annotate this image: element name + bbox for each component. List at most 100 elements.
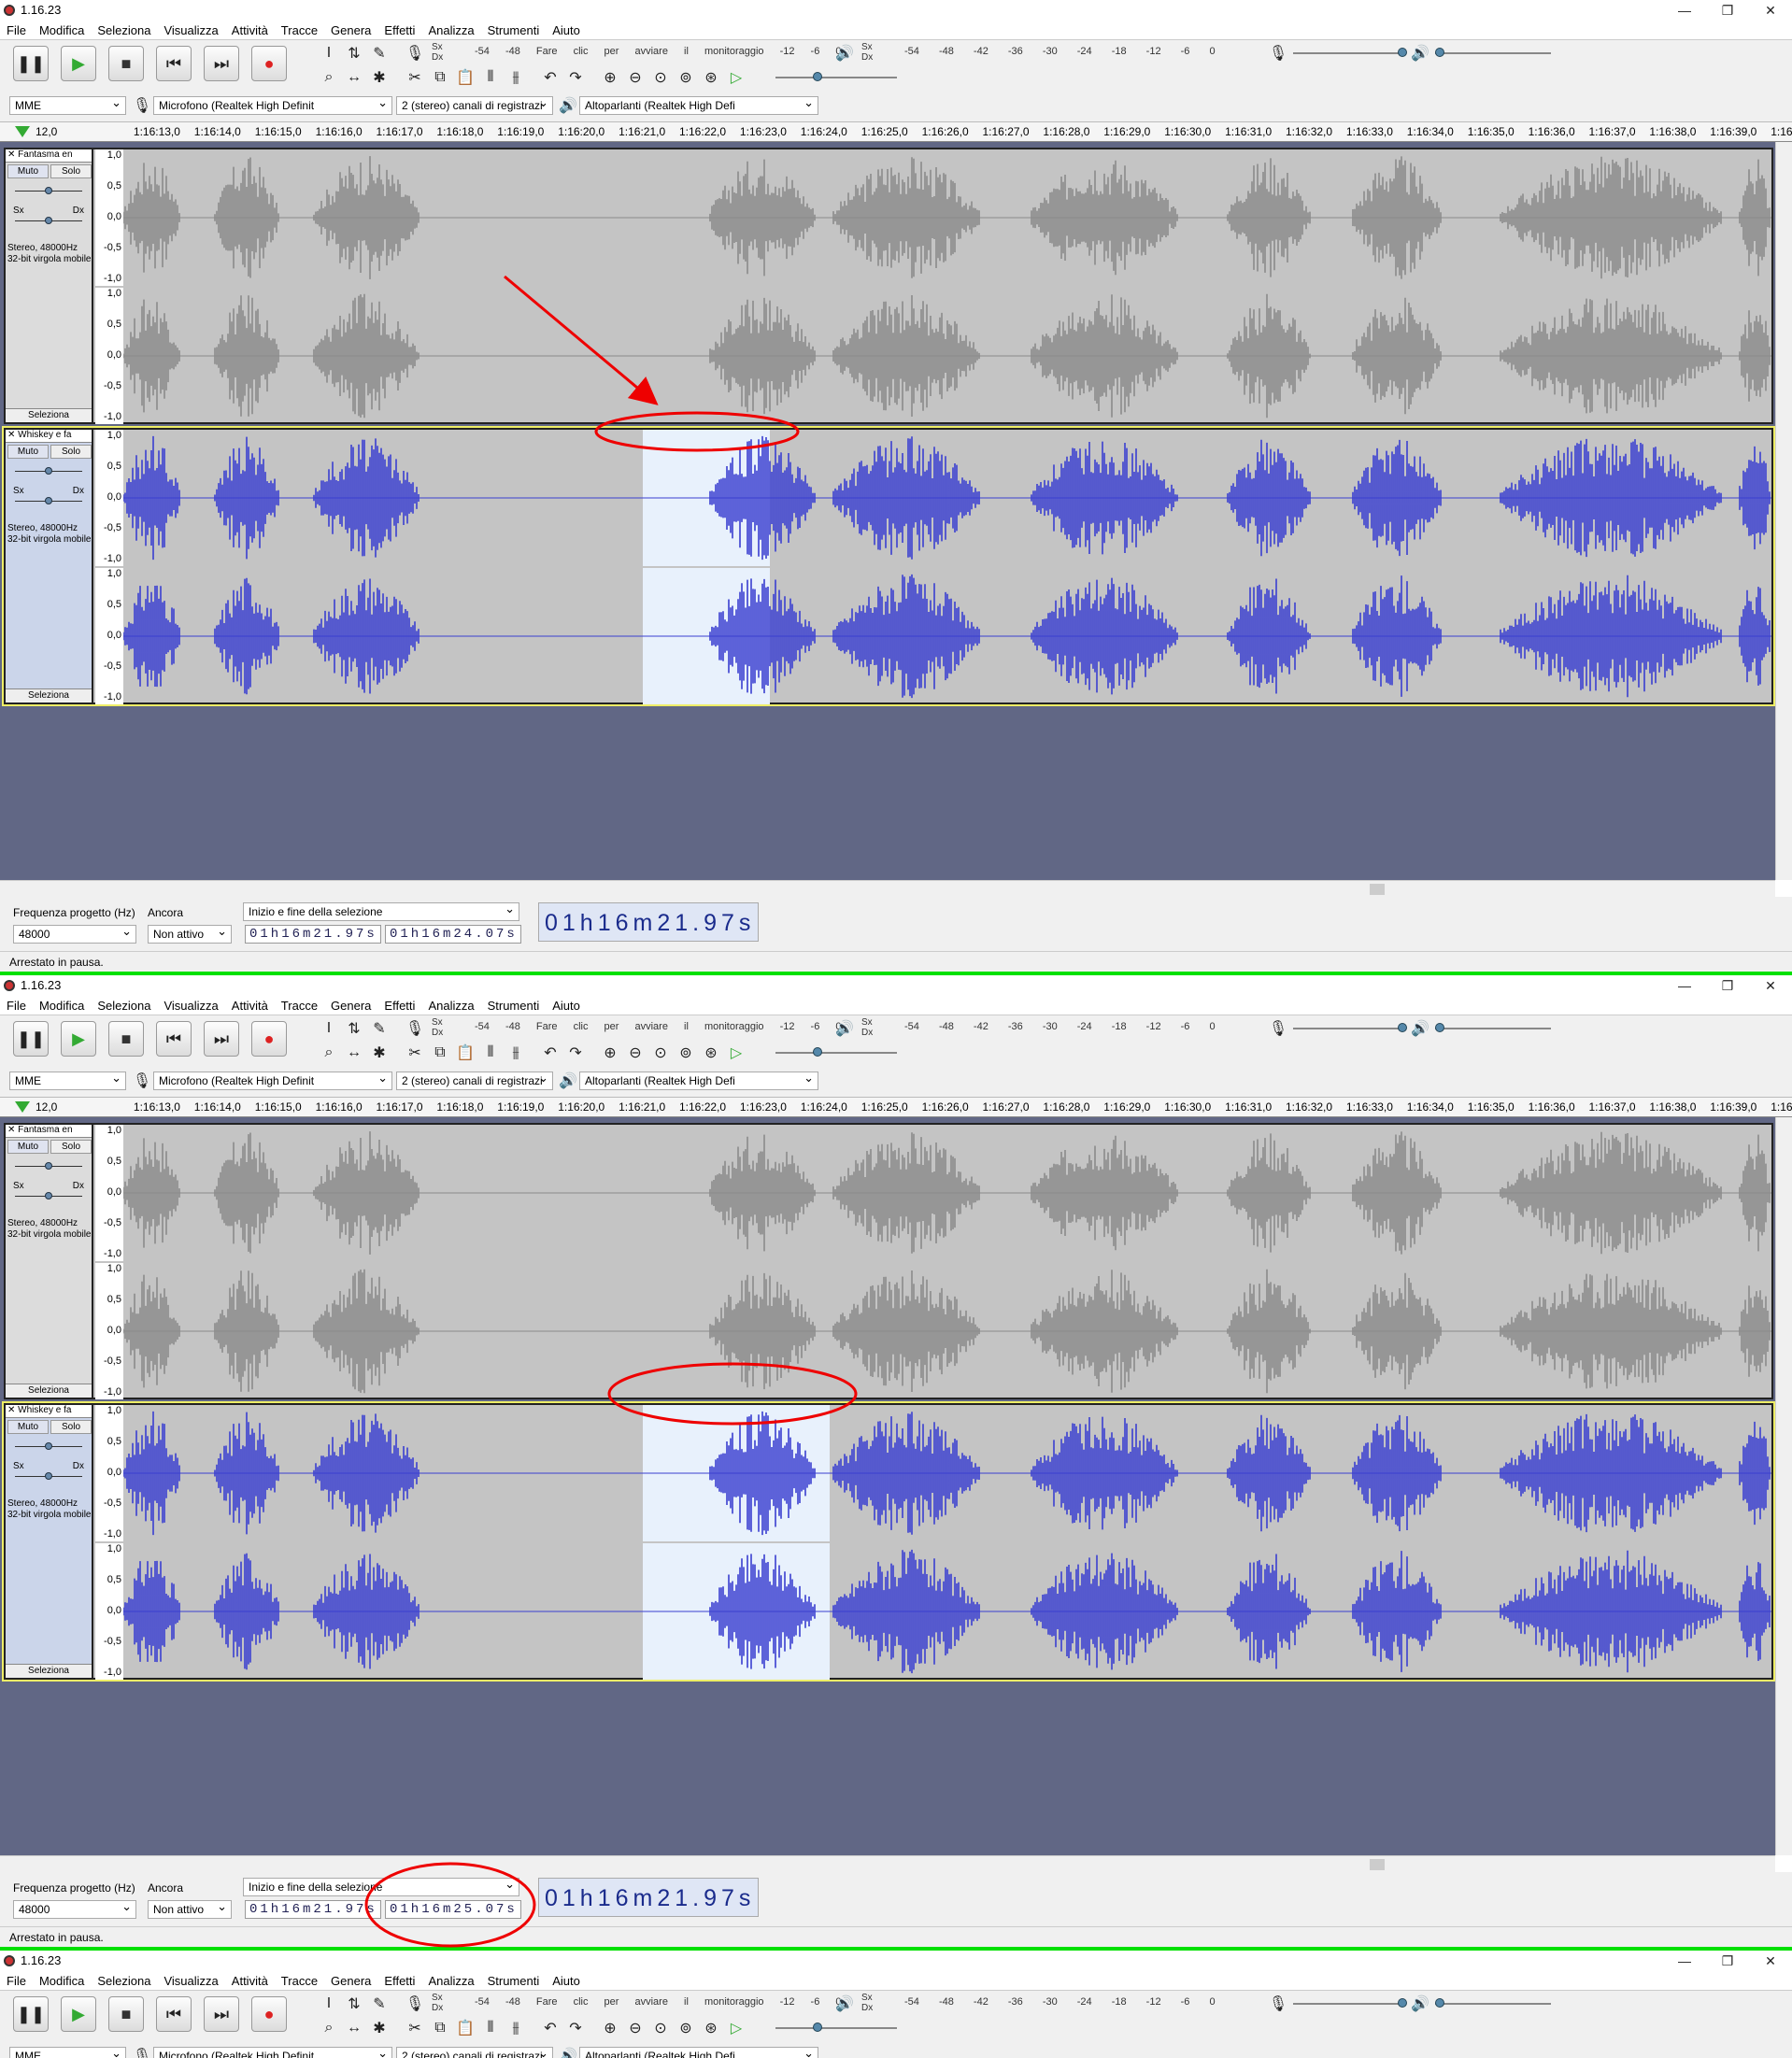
snap-select[interactable]: Non attivo	[148, 1900, 232, 1919]
record-button[interactable]: ●	[251, 1996, 287, 2032]
record-volume-slider[interactable]	[1293, 1994, 1407, 2013]
audio-position-display[interactable]: 01h16m21.97s	[538, 1878, 759, 1917]
speaker-device-select[interactable]: Altoparlanti (Realtek High Defi	[579, 2047, 818, 2058]
select-tool-icon[interactable]: I	[318, 42, 340, 64]
vertical-scrollbar[interactable]	[1775, 1117, 1792, 1855]
track-select-button[interactable]: Seleziona	[6, 688, 92, 703]
slider-knob[interactable]	[813, 72, 822, 81]
slider-knob[interactable]	[813, 2023, 822, 2032]
track-name[interactable]: ✕ Whiskey e fa	[6, 430, 92, 443]
play-at-speed-icon[interactable]: ▷	[725, 1042, 747, 1064]
menu-seleziona[interactable]: Seleziona	[91, 21, 157, 39]
selection-start-time[interactable]: 01h16m21.97s	[245, 1900, 381, 1919]
redo-icon[interactable]: ↷	[564, 1042, 587, 1064]
play-button[interactable]: ▶	[61, 1021, 96, 1057]
mic-device-select[interactable]: Microfono (Realtek High Definit	[153, 96, 392, 115]
maximize-button[interactable]: ❐	[1706, 0, 1749, 21]
speaker-device-select[interactable]: Altoparlanti (Realtek High Defi	[579, 1072, 818, 1090]
slider-knob[interactable]	[1435, 1023, 1444, 1032]
close-button[interactable]: ✕	[1749, 0, 1792, 21]
record-volume-slider[interactable]	[1293, 1019, 1407, 1038]
track-select-button[interactable]: Seleziona	[6, 408, 92, 422]
paste-icon[interactable]: 📋	[454, 1042, 476, 1064]
timeline-ruler[interactable]: 12,0 1:16:13,0 1:16:14,0 1:16:15,0 1:16:16,0…	[0, 1097, 1792, 1117]
cut-icon[interactable]: ✂	[404, 66, 426, 89]
paste-icon[interactable]: 📋	[454, 2017, 476, 2039]
menu-file[interactable]: File	[0, 21, 33, 39]
fit-selection-icon[interactable]: ⊙	[649, 2017, 672, 2039]
menu-attività[interactable]: Attività	[225, 21, 275, 39]
cut-icon[interactable]: ✂	[404, 1042, 426, 1064]
track-name[interactable]: ✕ Whiskey e fa	[6, 1405, 92, 1418]
stop-button[interactable]: ■	[108, 46, 144, 81]
trim-icon[interactable]: ⫴	[479, 1042, 502, 1064]
slider-knob[interactable]	[1435, 1998, 1444, 2008]
menu-tracce[interactable]: Tracce	[275, 1971, 324, 1990]
track-select-button[interactable]: Seleziona	[6, 1664, 92, 1678]
trim-icon[interactable]: ⫴	[479, 66, 502, 89]
trim-icon[interactable]: ⫴	[479, 2017, 502, 2039]
menu-seleziona[interactable]: Seleziona	[91, 996, 157, 1015]
zoom-toggle-icon[interactable]: ⊛	[700, 2017, 722, 2039]
solo-button[interactable]: Solo	[50, 1140, 92, 1154]
menu-modifica[interactable]: Modifica	[33, 21, 91, 39]
redo-icon[interactable]: ↷	[564, 66, 587, 89]
timeline-ruler[interactable]: 12,0 1:16:13,0 1:16:14,0 1:16:15,0 1:16:16,0…	[0, 121, 1792, 142]
audio-host-select[interactable]: MME	[9, 96, 126, 115]
stop-button[interactable]: ■	[108, 1996, 144, 2032]
timeshift-tool-icon[interactable]: ↔	[343, 1042, 365, 1064]
multi-tool-icon[interactable]: ✱	[368, 66, 391, 89]
slider-knob[interactable]	[813, 1047, 822, 1057]
selection-end-time[interactable]: 01h16m25.07s	[385, 1900, 521, 1919]
menu-effetti[interactable]: Effetti	[377, 996, 421, 1015]
select-tool-icon[interactable]: I	[318, 1017, 340, 1040]
waveform-channel[interactable]	[123, 1263, 1771, 1399]
track-close-icon[interactable]: ✕	[7, 149, 18, 160]
menu-tracce[interactable]: Tracce	[275, 996, 324, 1015]
pause-button[interactable]: ❚❚	[13, 1996, 49, 2032]
mute-button[interactable]: Muto	[7, 1420, 49, 1434]
menu-genera[interactable]: Genera	[324, 996, 377, 1015]
close-button[interactable]: ✕	[1749, 975, 1792, 996]
track-name[interactable]: ✕ Fantasma en	[6, 1125, 92, 1138]
pause-button[interactable]: ❚❚	[13, 46, 49, 81]
minimize-button[interactable]: —	[1663, 0, 1706, 21]
skip-end-button[interactable]: ⏭	[204, 46, 239, 81]
track-2[interactable]: ✕ Whiskey e fa Muto Solo Sx Dx Stereo, 48000H…	[4, 1403, 1773, 1680]
draw-tool-icon[interactable]: ✎	[368, 42, 391, 64]
selection-mode-select[interactable]: Inizio e fine della selezione	[243, 1878, 519, 1896]
channels-select[interactable]: 2 (stereo) canali di registrazi	[396, 1072, 553, 1090]
draw-tool-icon[interactable]: ✎	[368, 1017, 391, 1040]
pan-slider[interactable]	[11, 1190, 86, 1203]
slider-knob[interactable]	[45, 1442, 52, 1450]
waveform-channel[interactable]	[123, 568, 1771, 704]
menu-modifica[interactable]: Modifica	[33, 996, 91, 1015]
audio-position-display[interactable]: 01h16m21.97s	[538, 902, 759, 942]
speaker-device-select[interactable]: Altoparlanti (Realtek High Defi	[579, 96, 818, 115]
scroll-thumb[interactable]	[1370, 1859, 1385, 1870]
scroll-thumb[interactable]	[1370, 884, 1385, 895]
track-select-button[interactable]: Seleziona	[6, 1384, 92, 1398]
menu-aiuto[interactable]: Aiuto	[546, 1971, 587, 1990]
mute-button[interactable]: Muto	[7, 445, 49, 459]
close-button[interactable]: ✕	[1749, 1951, 1792, 1971]
zoom-toggle-icon[interactable]: ⊛	[700, 66, 722, 89]
zoom-in-icon[interactable]: ⊕	[599, 66, 621, 89]
playback-volume-slider[interactable]	[1435, 1019, 1551, 1038]
play-speed-slider[interactable]	[775, 1043, 897, 1062]
multi-tool-icon[interactable]: ✱	[368, 1042, 391, 1064]
select-tool-icon[interactable]: I	[318, 1993, 340, 2015]
copy-icon[interactable]: ⧉	[429, 2017, 451, 2039]
pan-slider[interactable]	[11, 495, 86, 508]
track-close-icon[interactable]: ✕	[7, 1125, 18, 1135]
slider-knob[interactable]	[1398, 48, 1407, 57]
fit-selection-icon[interactable]: ⊙	[649, 66, 672, 89]
menu-visualizza[interactable]: Visualizza	[157, 1971, 224, 1990]
multi-tool-icon[interactable]: ✱	[368, 2017, 391, 2039]
envelope-tool-icon[interactable]: ⇅	[343, 42, 365, 64]
selection-mode-select[interactable]: Inizio e fine della selezione	[243, 902, 519, 921]
menu-file[interactable]: File	[0, 1971, 33, 1990]
play-at-speed-icon[interactable]: ▷	[725, 66, 747, 89]
menu-seleziona[interactable]: Seleziona	[91, 1971, 157, 1990]
maximize-button[interactable]: ❐	[1706, 975, 1749, 996]
